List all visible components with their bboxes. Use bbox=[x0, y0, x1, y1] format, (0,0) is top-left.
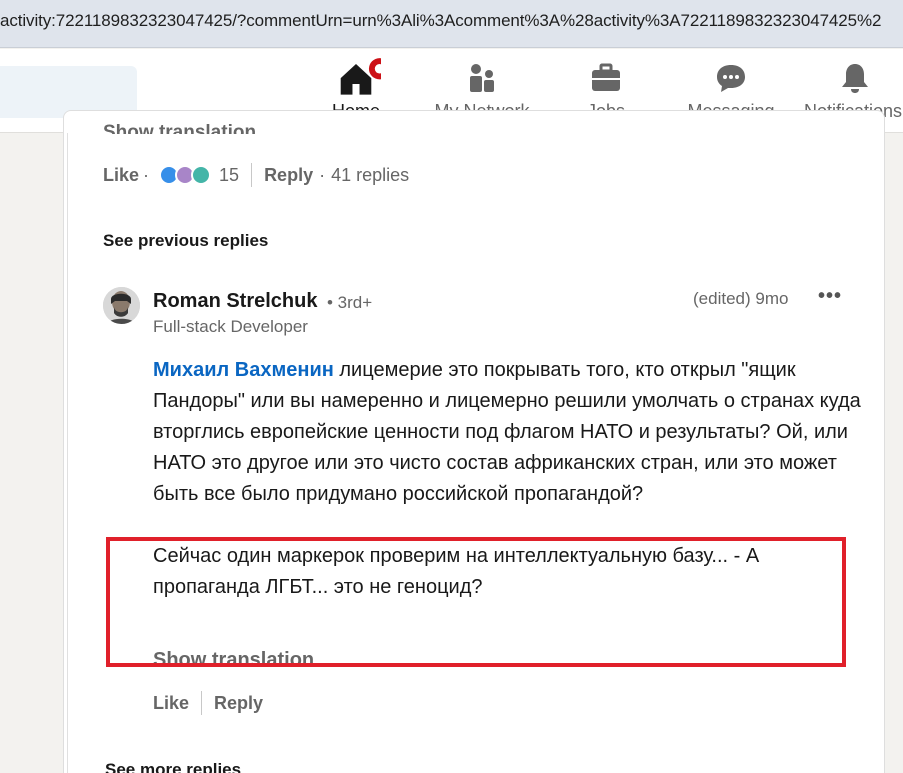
network-icon bbox=[470, 64, 494, 92]
edited-timestamp: (edited) 9mo bbox=[693, 289, 789, 308]
see-more-replies-button[interactable]: See more replies bbox=[105, 760, 241, 773]
highlight-annotation bbox=[106, 537, 846, 667]
avatar-photo bbox=[103, 287, 140, 324]
reactions-summary[interactable] bbox=[159, 165, 212, 185]
mention-link[interactable]: Михаил Вахменин bbox=[153, 359, 334, 381]
replies-count[interactable]: 41 replies bbox=[331, 165, 409, 186]
connection-degree: • 3rd+ bbox=[327, 293, 373, 312]
author-name[interactable]: Roman Strelchuk bbox=[153, 290, 317, 313]
bell-icon bbox=[842, 64, 868, 93]
divider bbox=[251, 163, 253, 187]
see-previous-replies-button[interactable]: See previous replies bbox=[103, 231, 268, 251]
url-text[interactable]: activity:7221189832323047425/?commentUrn… bbox=[0, 11, 881, 31]
home-icon bbox=[340, 58, 381, 95]
reply-actions: Like Reply bbox=[153, 691, 263, 715]
avatar[interactable] bbox=[103, 287, 140, 324]
reaction-count[interactable]: 15 bbox=[219, 165, 239, 186]
author-headline: Full-stack Developer bbox=[153, 317, 308, 336]
thread-line bbox=[67, 133, 68, 773]
parent-show-translation[interactable]: Show translation bbox=[103, 122, 256, 134]
briefcase-icon bbox=[592, 63, 620, 91]
parent-reply-button[interactable]: Reply bbox=[264, 165, 313, 186]
reply-like-button[interactable]: Like bbox=[153, 693, 189, 714]
parent-comment-actions: Like · 15 Reply · 41 replies bbox=[103, 163, 409, 187]
reply-reply-button[interactable]: Reply bbox=[214, 693, 263, 714]
more-options-button[interactable]: ••• bbox=[818, 286, 848, 309]
messaging-icon bbox=[717, 65, 745, 92]
divider bbox=[201, 691, 203, 715]
parent-like-button[interactable]: Like bbox=[103, 165, 139, 186]
funny-reaction-icon bbox=[191, 165, 212, 185]
browser-address-bar[interactable]: activity:7221189832323047425/?commentUrn… bbox=[0, 0, 903, 48]
